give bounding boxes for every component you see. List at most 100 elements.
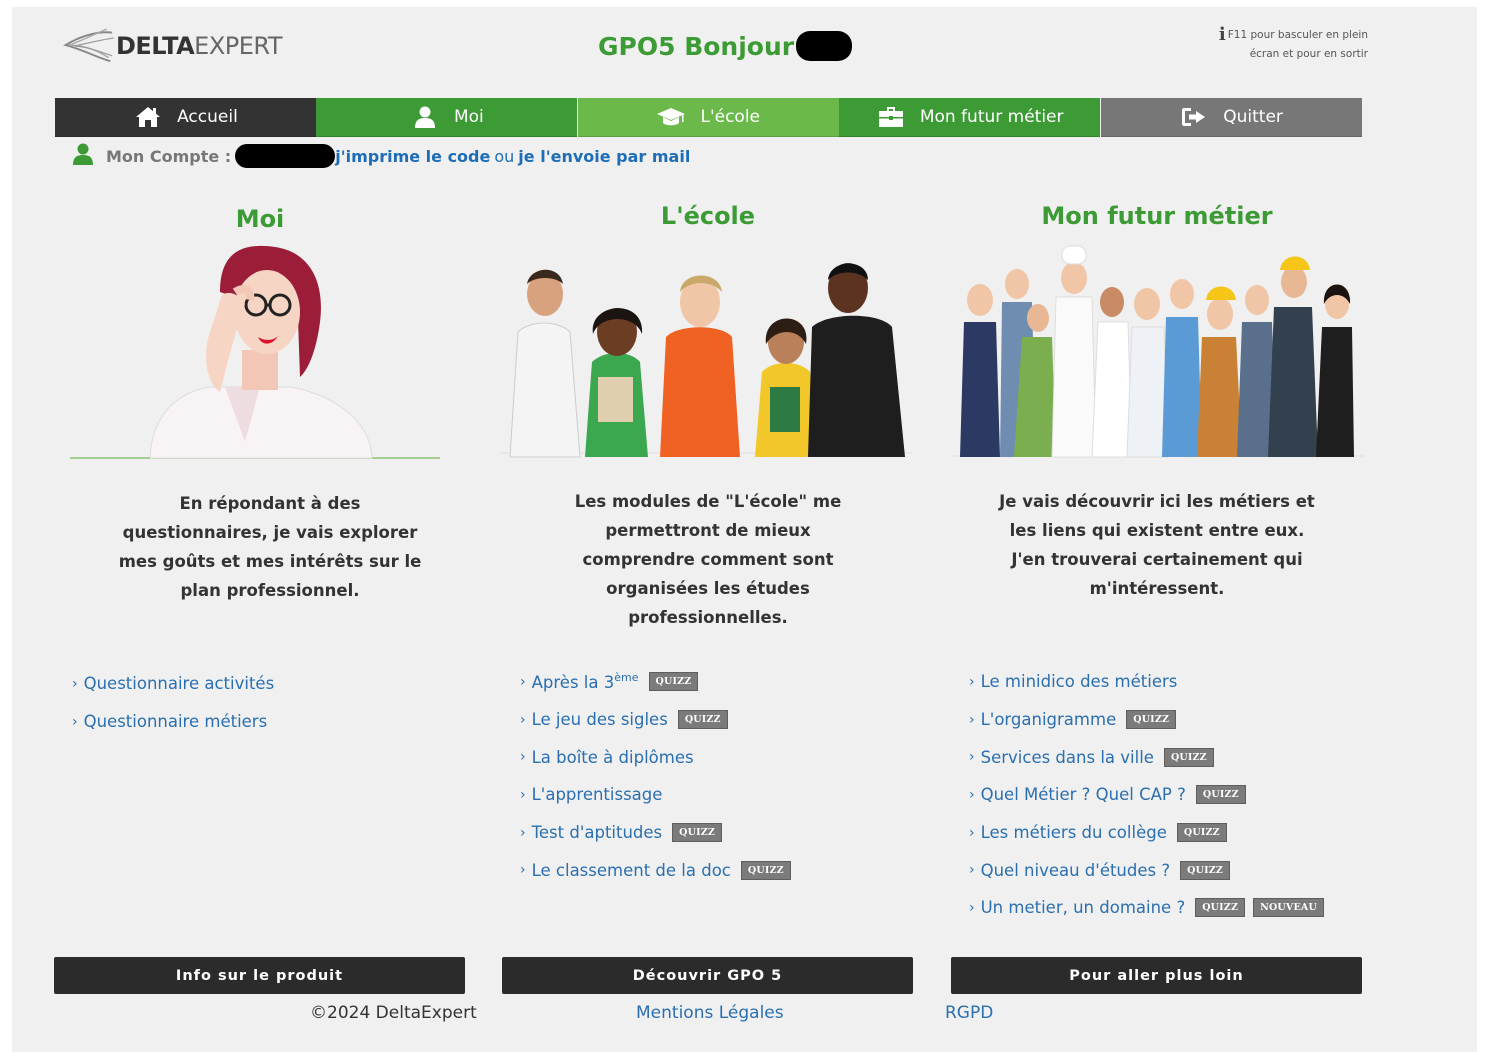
decouvrir-gpo5-button[interactable]: Découvrir GPO 5 [502, 957, 913, 994]
user-icon [410, 106, 440, 128]
tab-label: L'école [700, 107, 761, 127]
tab-ecole[interactable]: L'école [577, 98, 839, 137]
tab-moi[interactable]: Moi [316, 98, 578, 137]
link-label: Le jeu des sigles [531, 710, 668, 730]
email-code-link[interactable]: je l'envoie par mail [518, 147, 690, 166]
chevron-right-icon: › [520, 673, 526, 690]
link-boite-a-diplomes[interactable]: › La boîte à diplômes [520, 738, 940, 776]
nouveau-badge: NOUVEAU [1253, 898, 1324, 918]
link-niveau-etudes[interactable]: › Quel niveau d'études ? QUIZZ [969, 851, 1389, 889]
tab-label: Accueil [177, 107, 238, 127]
quizz-badge: QUIZZ [1176, 823, 1227, 843]
link-questionnaire-activites[interactable]: › Questionnaire activités [72, 665, 492, 703]
home-icon [133, 106, 163, 128]
chevron-right-icon: › [969, 786, 975, 803]
link-label: Services dans la ville [980, 747, 1154, 767]
link-label: L'organigramme [980, 710, 1117, 730]
briefcase-icon [876, 106, 906, 128]
aller-plus-loin-button[interactable]: Pour aller plus loin [951, 957, 1362, 994]
woman-with-glasses-photo [70, 242, 490, 459]
chevron-right-icon: › [969, 862, 975, 879]
chevron-right-icon: › [969, 749, 975, 766]
redacted-username [796, 31, 853, 61]
moi-links: › Questionnaire activités › Questionnaire … [72, 665, 492, 740]
redacted-account-code [235, 144, 336, 168]
link-metier-domaine[interactable]: › Un metier, un domaine ? QUIZZ NOUVEAU [969, 889, 1389, 927]
description-line: professionnelles. [628, 608, 788, 627]
tab-accueil[interactable]: Accueil [55, 98, 316, 137]
link-jeu-des-sigles[interactable]: › Le jeu des sigles QUIZZ [520, 701, 940, 739]
quizz-badge: QUIZZ [1163, 747, 1214, 767]
ecole-links: › Après la 3ème QUIZZ › Le jeu des sigles QU… [520, 663, 940, 889]
link-label: Questionnaire métiers [83, 712, 268, 732]
info-produit-button[interactable]: Info sur le produit [54, 957, 465, 994]
chevron-right-icon: › [969, 899, 975, 916]
chevron-right-icon: › [520, 786, 526, 803]
link-label: Quel Métier ? Quel CAP ? [980, 785, 1186, 805]
logo-swoosh-icon [63, 28, 114, 63]
description-line: mes goûts et mes intérêts sur le [118, 552, 422, 571]
logo-expert-text: EXPERT [194, 32, 282, 60]
link-metiers-college[interactable]: › Les métiers du collège QUIZZ [969, 814, 1389, 852]
quizz-badge: QUIZZ [740, 860, 791, 880]
link-label: Le minidico des métiers [980, 672, 1178, 692]
link-label: Les métiers du collège [980, 823, 1167, 843]
link-organigramme[interactable]: › L'organigramme QUIZZ [969, 701, 1389, 739]
page: DELTAEXPERT GPO5 Bonjour i F11 pour bascu… [12, 7, 1477, 1052]
chevron-right-icon: › [969, 711, 975, 728]
link-label: L'apprentissage [531, 785, 663, 805]
link-quel-metier-quel-cap[interactable]: › Quel Métier ? Quel CAP ? QUIZZ [969, 776, 1389, 814]
column-description-moi: En répondant à des questionnaires, je va… [60, 489, 480, 605]
deltaexpert-logo[interactable]: DELTAEXPERT [62, 21, 282, 71]
chevron-right-icon: › [520, 824, 526, 841]
description-line: les liens qui existent entre eux. [1009, 521, 1305, 540]
account-label: Mon Compte : [106, 146, 232, 166]
link-apres-la-3eme[interactable]: › Après la 3ème QUIZZ [520, 663, 940, 701]
description-line: Je vais découvrir ici les métiers et [999, 492, 1315, 511]
description-line: organisées les études [606, 579, 810, 598]
greeting: GPO5 Bonjour [598, 31, 853, 61]
or-text: ou [494, 146, 515, 166]
chevron-right-icon: › [520, 749, 526, 766]
link-minidico-metiers[interactable]: › Le minidico des métiers [969, 663, 1389, 701]
chevron-right-icon: › [520, 711, 526, 728]
description-line: plan professionnel. [180, 581, 360, 600]
column-title-ecole: L'école [660, 202, 756, 230]
link-label: Questionnaire activités [83, 674, 275, 694]
link-label: La boîte à diplômes [531, 747, 694, 767]
print-code-link[interactable]: j'imprime le code [335, 147, 490, 166]
link-classement-doc[interactable]: › Le classement de la doc QUIZZ [520, 851, 940, 889]
copyright: ©2024 DeltaExpert [310, 1003, 477, 1023]
link-services-ville[interactable]: › Services dans la ville QUIZZ [969, 738, 1389, 776]
link-apprentissage[interactable]: › L'apprentissage [520, 776, 940, 814]
logo-delta-text: DELTA [115, 32, 195, 60]
quizz-badge: QUIZZ [672, 823, 723, 843]
chevron-right-icon: › [72, 713, 78, 730]
tab-label: Quitter [1223, 107, 1283, 127]
fullscreen-note-line1: F11 pour basculer en plein [1227, 29, 1368, 41]
futur-metier-links: › Le minidico des métiers › L'organigramme… [969, 663, 1389, 927]
link-label: Quel niveau d'études ? [980, 860, 1171, 880]
column-title-futur-metier: Mon futur métier [1041, 202, 1273, 230]
link-questionnaire-metiers[interactable]: › Questionnaire métiers [72, 703, 492, 741]
fullscreen-note-line2: écran et pour en sortir [1249, 48, 1368, 60]
greeting-text: GPO5 Bonjour [598, 31, 795, 61]
description-line: J'en trouverai certainement qui [1011, 550, 1303, 569]
sign-out-icon [1179, 106, 1209, 128]
chevron-right-icon: › [520, 862, 526, 879]
quizz-badge: QUIZZ [1180, 860, 1230, 880]
quizz-badge: QUIZZ [1126, 710, 1177, 730]
tab-mon-futur-metier[interactable]: Mon futur métier [839, 98, 1101, 137]
group-of-workers-photo [952, 242, 1372, 458]
column-description-ecole: Les modules de "L'école" me permettront … [498, 487, 918, 632]
link-test-aptitudes[interactable]: › Test d'aptitudes QUIZZ [520, 814, 940, 852]
tab-label: Moi [453, 107, 484, 127]
rgpd-link[interactable]: RGPD [945, 1003, 993, 1023]
info-icon: i [1218, 24, 1226, 45]
quizz-badge: QUIZZ [1195, 785, 1246, 805]
account-line: Mon Compte : j'imprime le code ou je l'e… [72, 143, 690, 169]
group-of-students-photo [500, 252, 920, 467]
mentions-legales-link[interactable]: Mentions Légales [636, 1003, 784, 1023]
description-line: questionnaires, je vais explorer [122, 523, 418, 542]
tab-quitter[interactable]: Quitter [1100, 98, 1362, 137]
